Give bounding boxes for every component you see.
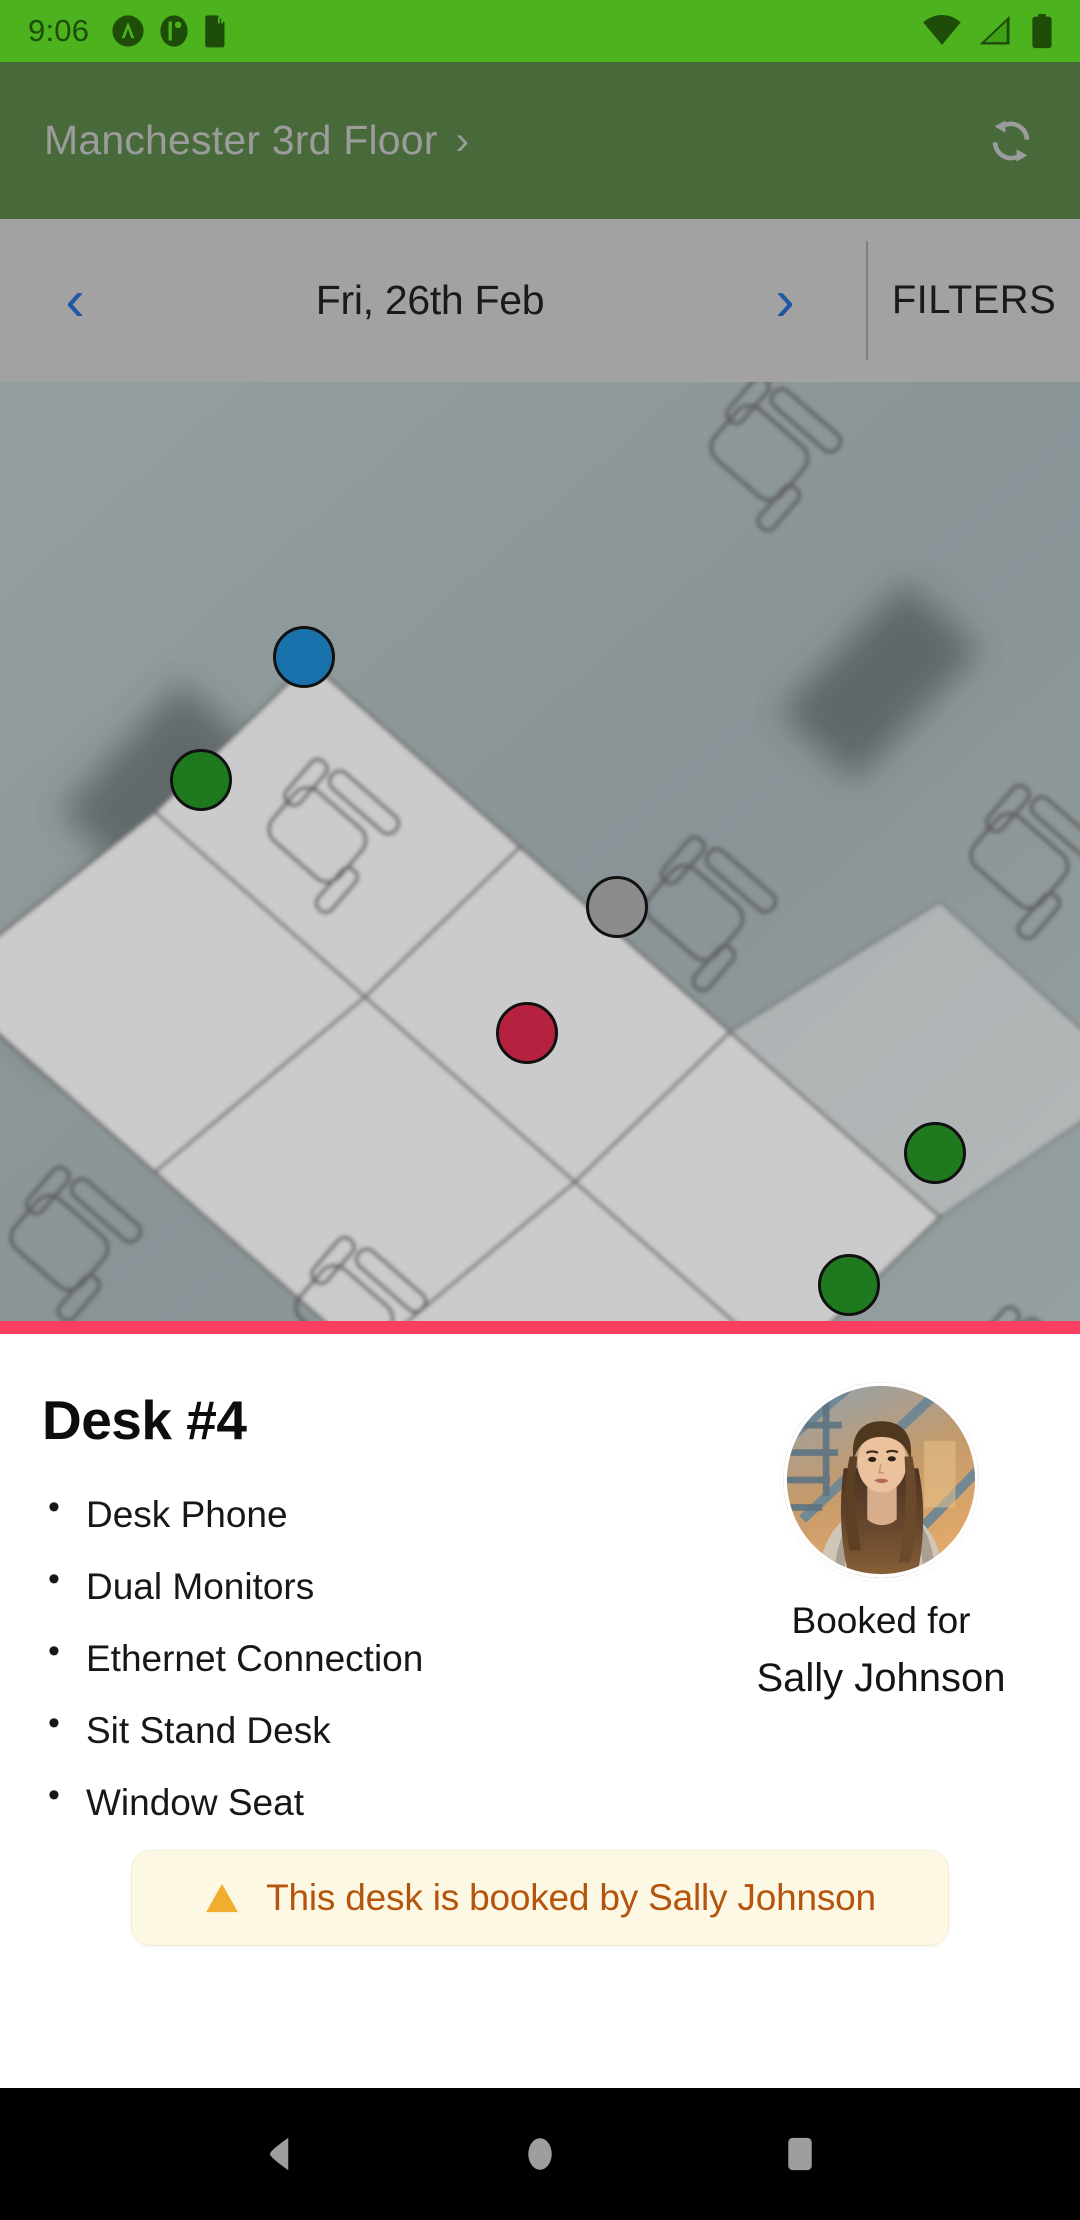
desk-detail-sheet: Desk #4 Desk Phone Dual Monitors Ethernet … [0,1334,1080,2088]
avatar [783,1382,979,1578]
app-bar-title: Manchester 3rd Floor [44,117,438,163]
amenity-item: Window Seat [42,1778,662,1821]
booking-notice-text: This desk is booked by Sally Johnson [266,1877,876,1918]
desk-marker-3[interactable] [586,876,648,938]
home-button[interactable] [480,2109,600,2199]
battery-icon [1032,13,1052,49]
date-filter-bar: ‹ Fri, 26th Feb › FILTERS [0,219,1080,382]
booking-notice-banner: This desk is booked by Sally Johnson [131,1850,949,1946]
status-bar-left-icons [111,14,229,48]
home-circle-icon [528,2138,552,2170]
avatar-photo [783,1382,979,1578]
status-bar-right-icons [922,13,1054,49]
booked-for-label: Booked for [791,1600,971,1641]
amenity-item: Dual Monitors [42,1562,662,1605]
current-date-label[interactable]: Fri, 26th Feb [108,277,752,324]
desk-marker-5[interactable] [904,1122,966,1184]
cell-signal-icon [979,16,1010,45]
amenity-item: Ethernet Connection [42,1634,662,1677]
booked-person-name: Sally Johnson [756,1656,1006,1700]
chevron-right-icon: › [455,118,469,163]
desk-marker-6[interactable] [818,1254,880,1316]
warning-triangle-icon [206,1883,238,1913]
status-bar-clock: 9:06 [28,13,90,48]
app-icon [160,15,188,47]
previous-day-button[interactable]: ‹ [42,256,108,346]
refresh-button[interactable] [974,104,1048,178]
back-triangle-icon [269,2137,289,2171]
desk-marker-2[interactable] [170,749,232,811]
app-bar: Manchester 3rd Floor › [0,62,1080,219]
floor-plan-map[interactable] [0,382,1080,1334]
status-bar: 9:06 [0,0,1080,62]
floor-selector[interactable]: Manchester 3rd Floor › [44,117,469,164]
system-navigation-bar [0,2088,1080,2220]
filters-button[interactable]: FILTERS [868,219,1080,382]
amenity-item: Desk Phone [42,1490,662,1533]
back-button[interactable] [220,2109,340,2199]
map-bottom-accent [0,1321,1080,1334]
desk-title: Desk #4 [42,1389,247,1451]
desk-marker-1[interactable] [273,626,335,688]
date-navigator: ‹ Fri, 26th Feb › [0,219,866,382]
sd-card-icon [205,15,225,48]
recents-square-icon [788,2137,812,2171]
next-day-button[interactable]: › [752,256,818,346]
sync-icon [992,119,1030,162]
recents-button[interactable] [740,2109,860,2199]
booking-profile: Booked for Sally Johnson [746,1382,1016,1701]
amenity-list: Desk Phone Dual Monitors Ethernet Connecti… [42,1490,662,1856]
amenity-item: Sit Stand Desk [42,1706,662,1749]
notification-icon [112,15,144,47]
wifi-icon [923,15,961,45]
floor-plan-graphic [0,382,1080,1334]
desk-marker-4[interactable] [496,1002,558,1064]
